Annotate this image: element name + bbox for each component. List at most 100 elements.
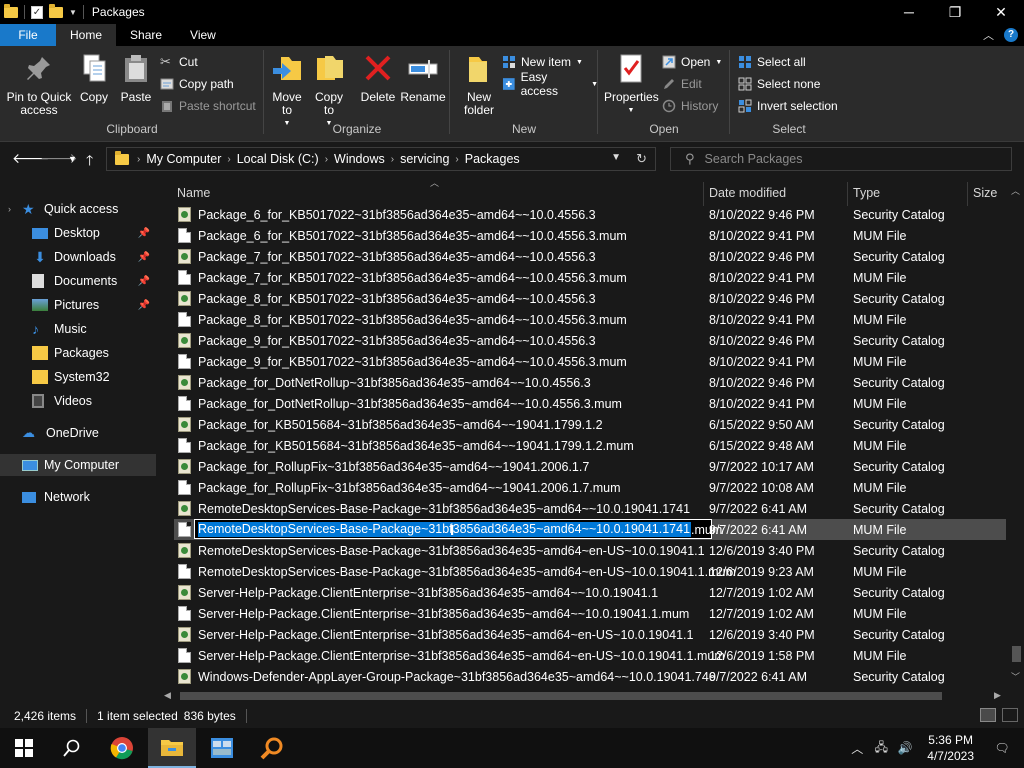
file-row[interactable]: Package_for_KB5015684~31bf3856ad364e35~a…: [174, 435, 1006, 456]
chevron-right-icon[interactable]: ›: [455, 154, 458, 165]
nav-item-network[interactable]: Network: [0, 486, 156, 508]
breadcrumb-servicing[interactable]: servicing: [400, 152, 449, 166]
chevron-right-icon[interactable]: ›: [137, 154, 140, 165]
taskbar-search-app[interactable]: [248, 728, 296, 768]
up-arrow-icon[interactable]: 🡑: [86, 150, 93, 174]
column-header-size[interactable]: Size: [973, 186, 997, 200]
details-view-icon[interactable]: [980, 708, 996, 722]
show-hidden-icons-chevron-icon[interactable]: ︿: [847, 740, 867, 757]
history-button[interactable]: History: [662, 96, 718, 116]
horizontal-scrollbar[interactable]: ◀ ▶: [158, 688, 1008, 704]
collapse-ribbon-icon[interactable]: ︿: [983, 27, 994, 43]
rename-input[interactable]: RemoteDesktopServices-Base-Package~31bf3…: [194, 519, 722, 539]
breadcrumb-local-disk[interactable]: Local Disk (C:): [237, 152, 319, 166]
file-row[interactable]: RemoteDesktopServices-Base-Package~31bf3…: [174, 498, 1006, 519]
pin-icon[interactable]: 📌: [138, 276, 150, 287]
cut-button[interactable]: ✂ Cut: [160, 52, 198, 72]
pin-quick-access-button[interactable]: Pin to Quick access: [4, 52, 74, 117]
nav-item-onedrive[interactable]: ☁ OneDrive: [0, 422, 156, 444]
scroll-down-arrow-icon[interactable]: ﹀: [1011, 670, 1020, 683]
scroll-right-arrow-icon[interactable]: ▶: [994, 690, 1001, 701]
nav-item-videos[interactable]: Videos: [0, 390, 156, 412]
nav-item-my-computer[interactable]: My Computer: [0, 454, 156, 476]
paste-button[interactable]: Paste: [116, 52, 156, 104]
maximize-button[interactable]: ❐: [932, 0, 978, 24]
close-button[interactable]: ✕: [978, 0, 1024, 24]
scrollbar-thumb[interactable]: [180, 692, 942, 700]
file-row[interactable]: Server-Help-Package.ClientEnterprise~31b…: [174, 603, 1006, 624]
file-row[interactable]: Package_for_RollupFix~31bf3856ad364e35~a…: [174, 456, 1006, 477]
file-row[interactable]: Package_8_for_KB5017022~31bf3856ad364e35…: [174, 309, 1006, 330]
taskbar-app[interactable]: [198, 728, 246, 768]
move-to-button[interactable]: Move to ▼: [268, 52, 306, 130]
help-icon[interactable]: ?: [1004, 28, 1018, 42]
scrollbar-thumb[interactable]: [1012, 646, 1021, 662]
rename-button[interactable]: Rename: [400, 52, 446, 104]
breadcrumb-packages[interactable]: Packages: [465, 152, 520, 166]
new-item-button[interactable]: New item ▼: [502, 52, 583, 72]
column-header-type[interactable]: Type: [853, 186, 880, 200]
select-all-button[interactable]: Select all: [738, 52, 806, 72]
large-icons-view-icon[interactable]: [1002, 708, 1018, 722]
file-row[interactable]: Package_9_for_KB5017022~31bf3856ad364e35…: [174, 351, 1006, 372]
file-row[interactable]: Package_6_for_KB5017022~31bf3856ad364e35…: [174, 225, 1006, 246]
nav-item-pictures[interactable]: Pictures 📌: [0, 294, 156, 316]
paste-shortcut-button[interactable]: Paste shortcut: [160, 96, 256, 116]
taskbar-chrome[interactable]: [98, 728, 146, 768]
pin-icon[interactable]: 📌: [138, 300, 150, 311]
tab-share[interactable]: Share: [116, 24, 176, 46]
search-input[interactable]: [704, 152, 985, 166]
file-row[interactable]: Package_9_for_KB5017022~31bf3856ad364e35…: [174, 330, 1006, 351]
taskbar-search-button[interactable]: [48, 728, 96, 768]
customize-toolbar-arrow-icon[interactable]: ▼: [69, 8, 77, 17]
nav-item-system32[interactable]: System32: [0, 366, 156, 388]
clock[interactable]: 5:36 PM 4/7/2023: [927, 732, 974, 764]
copy-button[interactable]: Copy: [76, 52, 112, 104]
file-row[interactable]: Server-Help-Package.ClientEnterprise~31b…: [174, 624, 1006, 645]
file-row[interactable]: RemoteDesktopServices-Base-Package~31bf3…: [174, 519, 1006, 540]
column-header-name[interactable]: Name: [177, 186, 210, 200]
pin-icon[interactable]: 📌: [138, 252, 150, 263]
breadcrumb-my-computer[interactable]: My Computer: [146, 152, 221, 166]
tab-file[interactable]: File: [0, 24, 56, 46]
column-divider[interactable]: [703, 182, 704, 206]
new-folder-icon[interactable]: [49, 3, 63, 18]
chevron-right-icon[interactable]: ›: [391, 154, 394, 165]
easy-access-button[interactable]: Easy access ▼: [502, 70, 598, 98]
column-header-date[interactable]: Date modified: [709, 186, 786, 200]
file-row[interactable]: Server-Help-Package.ClientEnterprise~31b…: [174, 582, 1006, 603]
minimize-button[interactable]: ─: [886, 0, 932, 24]
invert-selection-button[interactable]: Invert selection: [738, 96, 838, 116]
nav-item-music[interactable]: ♪ Music: [0, 318, 156, 340]
nav-item-packages[interactable]: Packages: [0, 342, 156, 364]
tab-home[interactable]: Home: [56, 24, 117, 46]
nav-item-downloads[interactable]: ⬇ Downloads 📌: [0, 246, 156, 268]
file-row[interactable]: Package_for_DotNetRollup~31bf3856ad364e3…: [174, 393, 1006, 414]
start-button[interactable]: [0, 728, 48, 768]
file-row[interactable]: Package_7_for_KB5017022~31bf3856ad364e35…: [174, 246, 1006, 267]
network-status-icon[interactable]: 🖧: [871, 738, 891, 759]
new-folder-button[interactable]: New folder: [458, 52, 500, 117]
properties-check-icon[interactable]: ✓: [31, 5, 43, 19]
nav-item-quick-access[interactable]: › ★ Quick access: [0, 198, 156, 220]
scroll-left-arrow-icon[interactable]: ◀: [164, 690, 171, 701]
address-dropdown-icon[interactable]: ▼: [611, 152, 621, 163]
nav-item-documents[interactable]: Documents 📌: [0, 270, 156, 292]
open-button[interactable]: Open ▼: [662, 52, 722, 72]
nav-item-desktop[interactable]: Desktop 📌: [0, 222, 156, 244]
copy-to-button[interactable]: Copy to ▼: [310, 52, 348, 130]
copy-path-button[interactable]: Copy path: [160, 74, 234, 94]
vertical-scrollbar[interactable]: ︿ ﹀: [1008, 176, 1024, 688]
file-row[interactable]: RemoteDesktopServices-Base-Package~31bf3…: [174, 561, 1006, 582]
search-box[interactable]: ⚲: [670, 147, 1012, 171]
pin-icon[interactable]: 📌: [138, 228, 150, 239]
address-bar[interactable]: › My Computer › Local Disk (C:) › Window…: [106, 147, 656, 171]
file-row[interactable]: Package_7_for_KB5017022~31bf3856ad364e35…: [174, 267, 1006, 288]
tab-view[interactable]: View: [176, 24, 230, 46]
taskbar-file-explorer[interactable]: [148, 728, 196, 768]
select-none-button[interactable]: Select none: [738, 74, 820, 94]
volume-icon[interactable]: 🔊: [895, 741, 915, 755]
recent-locations-chevron-icon[interactable]: ▼: [68, 154, 77, 164]
chevron-right-icon[interactable]: ›: [227, 154, 230, 165]
delete-button[interactable]: Delete: [358, 52, 398, 104]
